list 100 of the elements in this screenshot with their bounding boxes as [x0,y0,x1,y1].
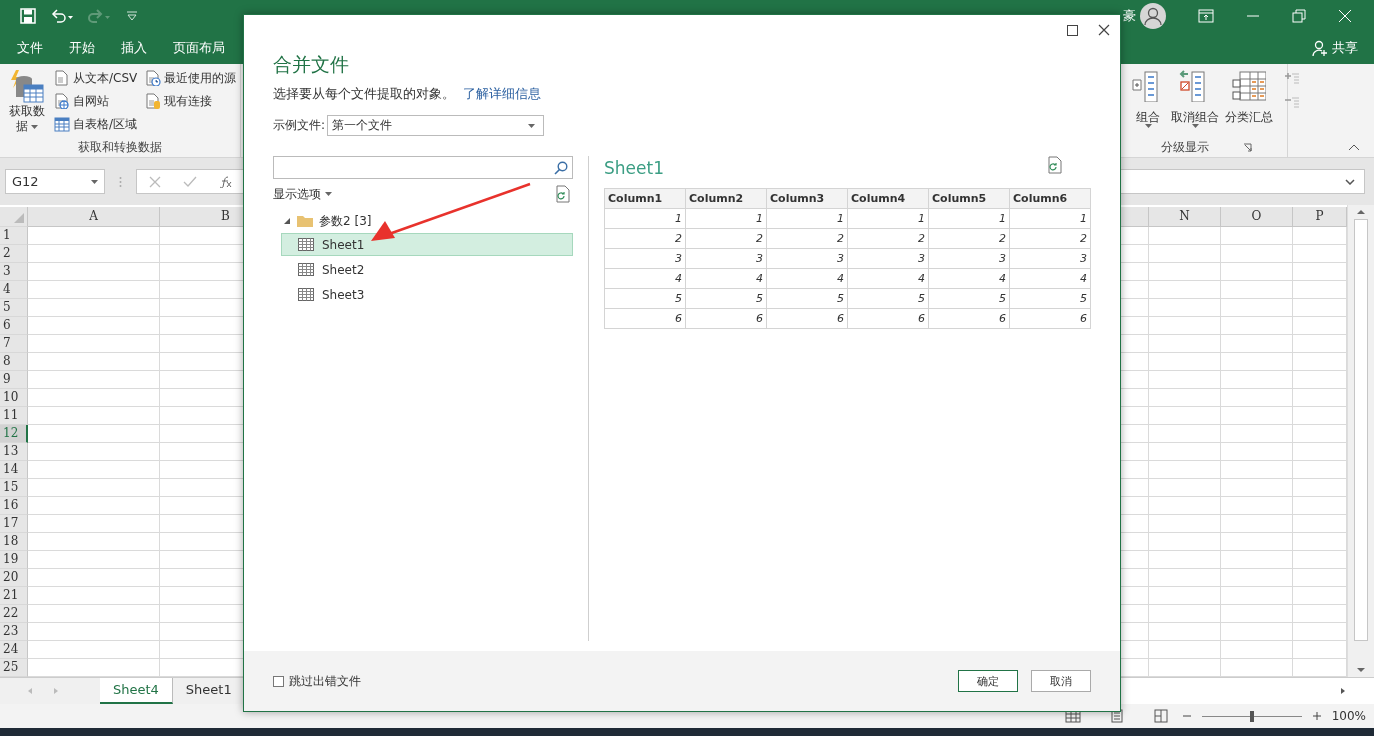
spreadsheet-cell[interactable] [28,389,160,407]
maximize-icon[interactable] [1067,24,1078,36]
spreadsheet-cell[interactable] [1221,623,1293,641]
spreadsheet-cell[interactable] [1221,461,1293,479]
cancel-button[interactable]: 取消 [1031,670,1091,692]
scroll-down-icon[interactable] [1355,665,1367,675]
row-header[interactable]: 20 [0,569,28,587]
spreadsheet-cell[interactable] [28,281,160,299]
spreadsheet-cell[interactable] [1221,407,1293,425]
row-header[interactable]: 7 [0,335,28,353]
tree-item[interactable]: Sheet1 [281,233,573,256]
ok-button[interactable]: 确定 [958,670,1018,692]
spreadsheet-cell[interactable] [1149,497,1221,515]
spreadsheet-cell[interactable] [28,641,160,659]
spreadsheet-cell[interactable] [1149,407,1221,425]
spreadsheet-cell[interactable] [28,461,160,479]
spreadsheet-cell[interactable] [28,263,160,281]
spreadsheet-cell[interactable] [1221,641,1293,659]
page-break-icon[interactable] [1152,709,1169,723]
ribbon-tab[interactable]: 页面布局 [160,32,238,64]
spreadsheet-cell[interactable] [1221,245,1293,263]
ribbon-tab[interactable]: 文件 [0,32,56,64]
spreadsheet-cell[interactable] [1221,443,1293,461]
spreadsheet-cell[interactable] [1149,371,1221,389]
folder-label[interactable]: 参数2 [3] [319,212,372,230]
column-header[interactable]: O [1221,207,1293,227]
avatar-icon[interactable] [1140,3,1166,29]
row-header[interactable]: 19 [0,551,28,569]
ribbon-button[interactable]: 最近使用的源 [145,68,237,88]
row-header[interactable]: 8 [0,353,28,371]
spreadsheet-cell[interactable] [1221,425,1293,443]
spreadsheet-cell[interactable] [28,245,160,263]
spreadsheet-cell[interactable] [1149,245,1221,263]
page-layout-icon[interactable] [1108,709,1125,723]
column-header[interactable]: P [1293,207,1347,227]
spreadsheet-cell[interactable] [28,317,160,335]
spreadsheet-cell[interactable] [1221,353,1293,371]
undo-icon[interactable] [50,8,74,24]
spreadsheet-cell[interactable] [28,227,160,245]
spreadsheet-cell[interactable] [1221,551,1293,569]
spreadsheet-cell[interactable] [1221,299,1293,317]
spreadsheet-cell[interactable] [28,533,160,551]
row-header[interactable]: 14 [0,461,28,479]
spreadsheet-cell[interactable] [1149,353,1221,371]
checkbox-label[interactable]: 跳过出错文件 [289,672,361,690]
display-options-button[interactable]: 显示选项 [273,185,332,203]
spreadsheet-cell[interactable] [1149,227,1221,245]
ribbon-button[interactable]: 自网站 [54,91,138,111]
normal-view-icon[interactable] [1064,709,1081,723]
spreadsheet-cell[interactable] [1149,389,1221,407]
spreadsheet-cell[interactable] [28,587,160,605]
close-icon[interactable] [1098,24,1110,36]
spreadsheet-cell[interactable] [1149,335,1221,353]
spreadsheet-cell[interactable] [28,407,160,425]
spreadsheet-cell[interactable] [1149,533,1221,551]
spreadsheet-cell[interactable] [28,605,160,623]
row-header[interactable]: 11 [0,407,28,425]
spreadsheet-cell[interactable] [1221,281,1293,299]
ribbon-button[interactable]: 取消组合 [1170,68,1220,128]
tree-item[interactable]: Sheet2 [281,258,573,281]
spreadsheet-cell[interactable] [1149,263,1221,281]
previous-sheet-icon[interactable] [26,687,34,695]
row-header[interactable]: 18 [0,533,28,551]
ribbon-button[interactable]: 组合 [1130,68,1166,128]
row-header[interactable]: 13 [0,443,28,461]
ribbon-display-icon[interactable] [1198,9,1214,23]
spreadsheet-cell[interactable] [1149,587,1221,605]
spreadsheet-cell[interactable] [28,335,160,353]
collapse-ribbon-icon[interactable] [1348,144,1360,151]
collapse-icon[interactable] [283,217,291,225]
row-header[interactable]: 4 [0,281,28,299]
row-header[interactable]: 1 [0,227,28,245]
spreadsheet-cell[interactable] [1221,335,1293,353]
spreadsheet-cell[interactable] [1149,479,1221,497]
dialog-launcher-icon[interactable] [1243,142,1252,152]
ribbon-button[interactable]: 分类汇总 [1224,68,1274,124]
column-header[interactable]: A [28,207,160,227]
spreadsheet-cell[interactable] [28,497,160,515]
spreadsheet-cell[interactable] [1221,317,1293,335]
select-all-icon[interactable] [14,213,24,223]
spreadsheet-cell[interactable] [1221,587,1293,605]
hide-detail-icon[interactable] [1284,96,1300,110]
spreadsheet-cell[interactable] [1149,623,1221,641]
refresh-icon[interactable] [1047,156,1063,174]
learn-more-link[interactable]: 了解详细信息 [463,85,541,103]
spreadsheet-cell[interactable] [1149,317,1221,335]
spreadsheet-cell[interactable] [28,353,160,371]
name-box[interactable]: G12 [5,169,105,194]
share-button[interactable]: 共享 [1312,39,1358,57]
spreadsheet-cell[interactable] [1221,479,1293,497]
row-header[interactable]: 2 [0,245,28,263]
zoom-level[interactable]: 100% [1331,709,1366,723]
row-header[interactable]: 23 [0,623,28,641]
row-header[interactable]: 24 [0,641,28,659]
row-header[interactable]: 15 [0,479,28,497]
expand-icon[interactable] [1345,178,1355,185]
row-header[interactable]: 25 [0,659,28,677]
row-header[interactable]: 12 [0,425,28,443]
row-header[interactable]: 6 [0,317,28,335]
ribbon-button[interactable]: 自表格/区域 [54,114,138,134]
